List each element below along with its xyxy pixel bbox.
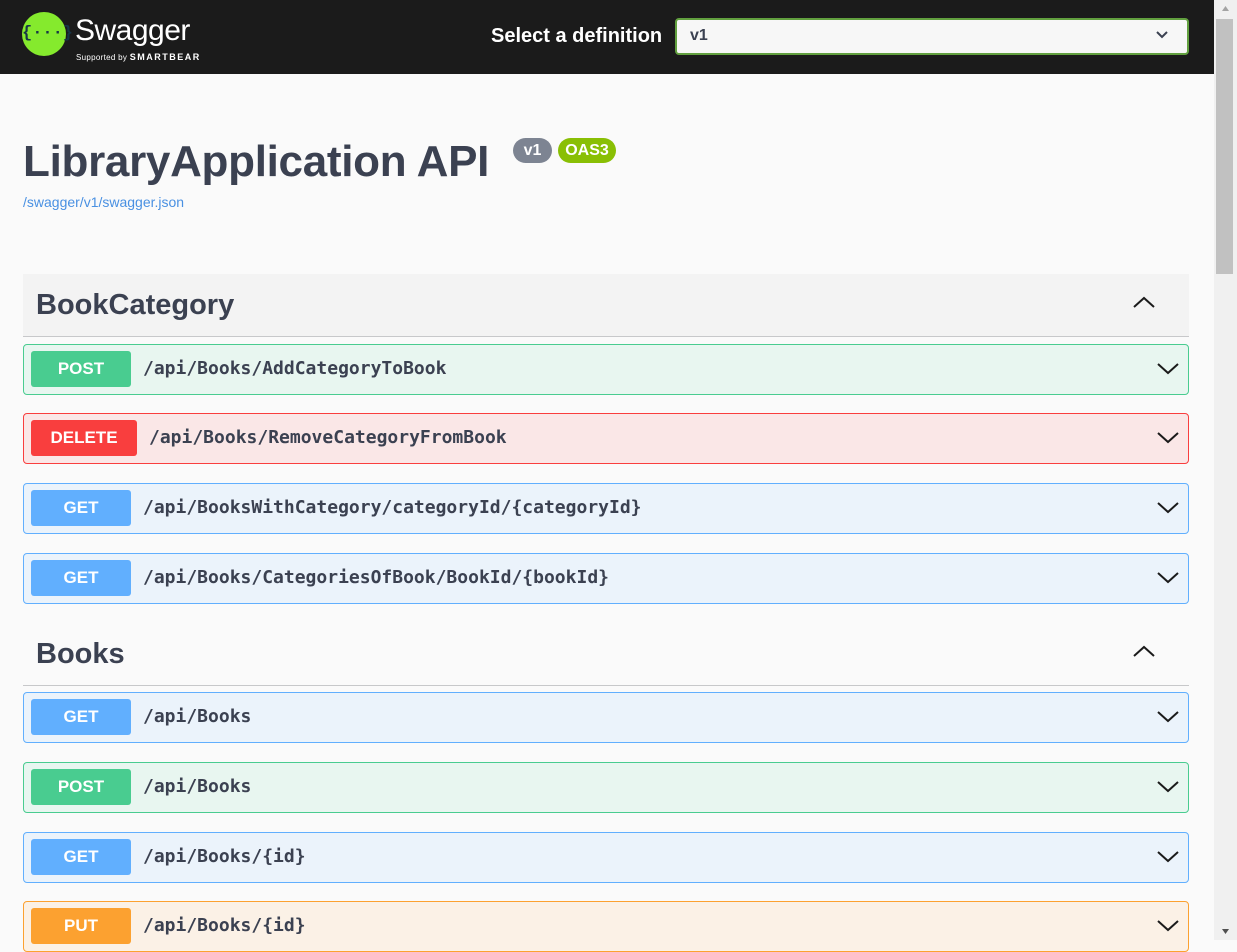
operation-path: /api/Books — [143, 776, 252, 797]
method-badge: DELETE — [31, 420, 137, 456]
operation-path: /api/Books — [143, 706, 252, 727]
operation-path: /api/BooksWithCategory/categoryId/{categ… — [143, 497, 642, 518]
brand-name[interactable]: Swagger — [75, 14, 190, 48]
chevron-down-icon[interactable] — [1156, 430, 1180, 446]
operation-row[interactable]: PUT /api/Books/{id} — [23, 901, 1189, 952]
operation-row[interactable]: GET /api/Books/{id} — [23, 832, 1189, 883]
chevron-down-icon[interactable] — [1156, 500, 1180, 516]
api-title: LibraryApplication API — [23, 137, 490, 186]
operation-path: /api/Books/{id} — [143, 915, 306, 936]
method-badge: POST — [31, 769, 131, 805]
swagger-logo-icon[interactable]: {···} — [22, 12, 73, 56]
scroll-down-arrow-icon[interactable] — [1214, 923, 1237, 940]
operation-path: /api/Books/AddCategoryToBook — [143, 358, 447, 379]
brand-sub-company: SMARTBEAR — [129, 52, 201, 62]
tag-section-header[interactable]: Books — [23, 623, 1189, 686]
method-badge: POST — [31, 351, 131, 387]
operation-path: /api/Books/CategoriesOfBook/BookId/{book… — [143, 567, 609, 588]
scroll-up-arrow-icon[interactable] — [1214, 0, 1237, 17]
operation-row[interactable]: GET /api/BooksWithCategory/categoryId/{c… — [23, 483, 1189, 534]
chevron-down-icon[interactable] — [1156, 779, 1180, 795]
scrollbar-thumb[interactable] — [1216, 19, 1233, 274]
method-badge: GET — [31, 560, 131, 596]
definition-select-value: v1 — [690, 27, 708, 44]
operation-row[interactable]: GET /api/Books/CategoriesOfBook/BookId/{… — [23, 553, 1189, 604]
tag-name: Books — [36, 638, 125, 670]
operation-row[interactable]: POST /api/Books/AddCategoryToBook — [23, 344, 1189, 395]
brand-sub-prefix: Supported by — [76, 53, 128, 62]
chevron-up-icon[interactable] — [1132, 643, 1156, 659]
chevron-down-icon[interactable] — [1156, 570, 1180, 586]
method-badge: GET — [31, 699, 131, 735]
oas-badge: OAS3 — [558, 138, 616, 163]
operation-row[interactable]: GET /api/Books — [23, 692, 1189, 743]
chevron-down-icon[interactable] — [1156, 849, 1180, 865]
operation-path: /api/Books/RemoveCategoryFromBook — [149, 427, 507, 448]
definition-label: Select a definition — [491, 25, 663, 47]
method-badge: GET — [31, 839, 131, 875]
method-badge: PUT — [31, 908, 131, 944]
brand-subtitle: Supported by SMARTBEAR — [76, 52, 201, 62]
spec-json-link[interactable]: /swagger/v1/swagger.json — [23, 194, 184, 210]
tag-section-header[interactable]: BookCategory — [23, 274, 1189, 337]
chevron-down-icon — [1156, 31, 1168, 39]
operation-row[interactable]: DELETE /api/Books/RemoveCategoryFromBook — [23, 413, 1189, 464]
operation-row[interactable]: POST /api/Books — [23, 762, 1189, 813]
definition-select[interactable]: v1 — [675, 18, 1189, 55]
chevron-down-icon[interactable] — [1156, 918, 1180, 934]
topbar: {···} Swagger Supported by SMARTBEAR Sel… — [0, 0, 1214, 74]
vertical-scrollbar[interactable] — [1214, 0, 1237, 940]
chevron-down-icon[interactable] — [1156, 361, 1180, 377]
version-badge: v1 — [513, 138, 552, 163]
operation-path: /api/Books/{id} — [143, 846, 306, 867]
chevron-down-icon[interactable] — [1156, 709, 1180, 725]
method-badge: GET — [31, 490, 131, 526]
chevron-up-icon[interactable] — [1132, 294, 1156, 310]
tag-name: BookCategory — [36, 289, 235, 321]
